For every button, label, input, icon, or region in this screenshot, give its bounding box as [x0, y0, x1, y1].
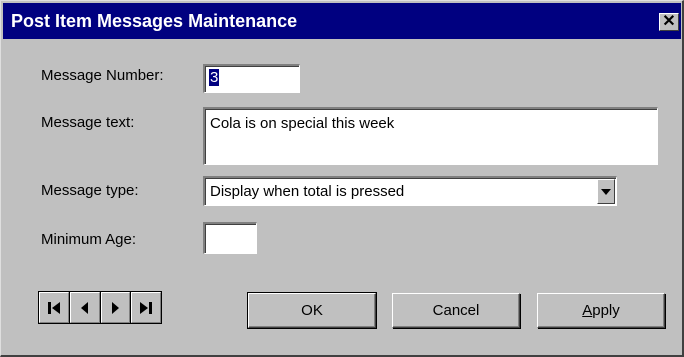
message-number-label: Message Number: [41, 67, 164, 84]
message-type-dropdown-button[interactable] [597, 179, 615, 204]
message-text-value: Cola is on special this week [210, 115, 395, 132]
minimum-age-input[interactable] [203, 222, 257, 254]
next-record-button[interactable] [100, 292, 131, 323]
first-record-button[interactable] [39, 292, 69, 323]
message-type-value: Display when total is pressed [210, 183, 405, 200]
previous-record-button[interactable] [69, 292, 100, 323]
message-number-input[interactable]: 3 [203, 64, 300, 93]
previous-record-icon [80, 301, 88, 314]
title-bar[interactable]: Post Item Messages Maintenance ✕ [3, 3, 681, 39]
close-button[interactable]: ✕ [659, 13, 679, 31]
apply-accelerator: A [582, 302, 593, 319]
next-record-icon [112, 301, 120, 314]
dialog-window: Post Item Messages Maintenance ✕ Message… [0, 0, 684, 357]
window-title: Post Item Messages Maintenance [11, 11, 298, 31]
message-type-label: Message type: [41, 182, 139, 199]
last-record-icon [140, 301, 153, 314]
first-record-icon [47, 301, 60, 314]
cancel-button[interactable]: Cancel [392, 293, 520, 328]
ok-button[interactable]: OK [247, 292, 377, 329]
message-type-select[interactable]: Display when total is pressed [203, 176, 617, 206]
apply-button[interactable]: Apply [537, 293, 665, 328]
record-navigator [38, 291, 162, 324]
close-icon: ✕ [662, 13, 676, 30]
chevron-down-icon [601, 189, 611, 195]
minimum-age-label: Minimum Age: [41, 231, 137, 248]
message-text-label: Message text: [41, 114, 135, 131]
message-text-input[interactable]: Cola is on special this week [203, 107, 658, 165]
apply-label-rest: pply [592, 302, 620, 319]
last-record-button[interactable] [131, 292, 161, 323]
message-number-value: 3 [209, 69, 220, 86]
